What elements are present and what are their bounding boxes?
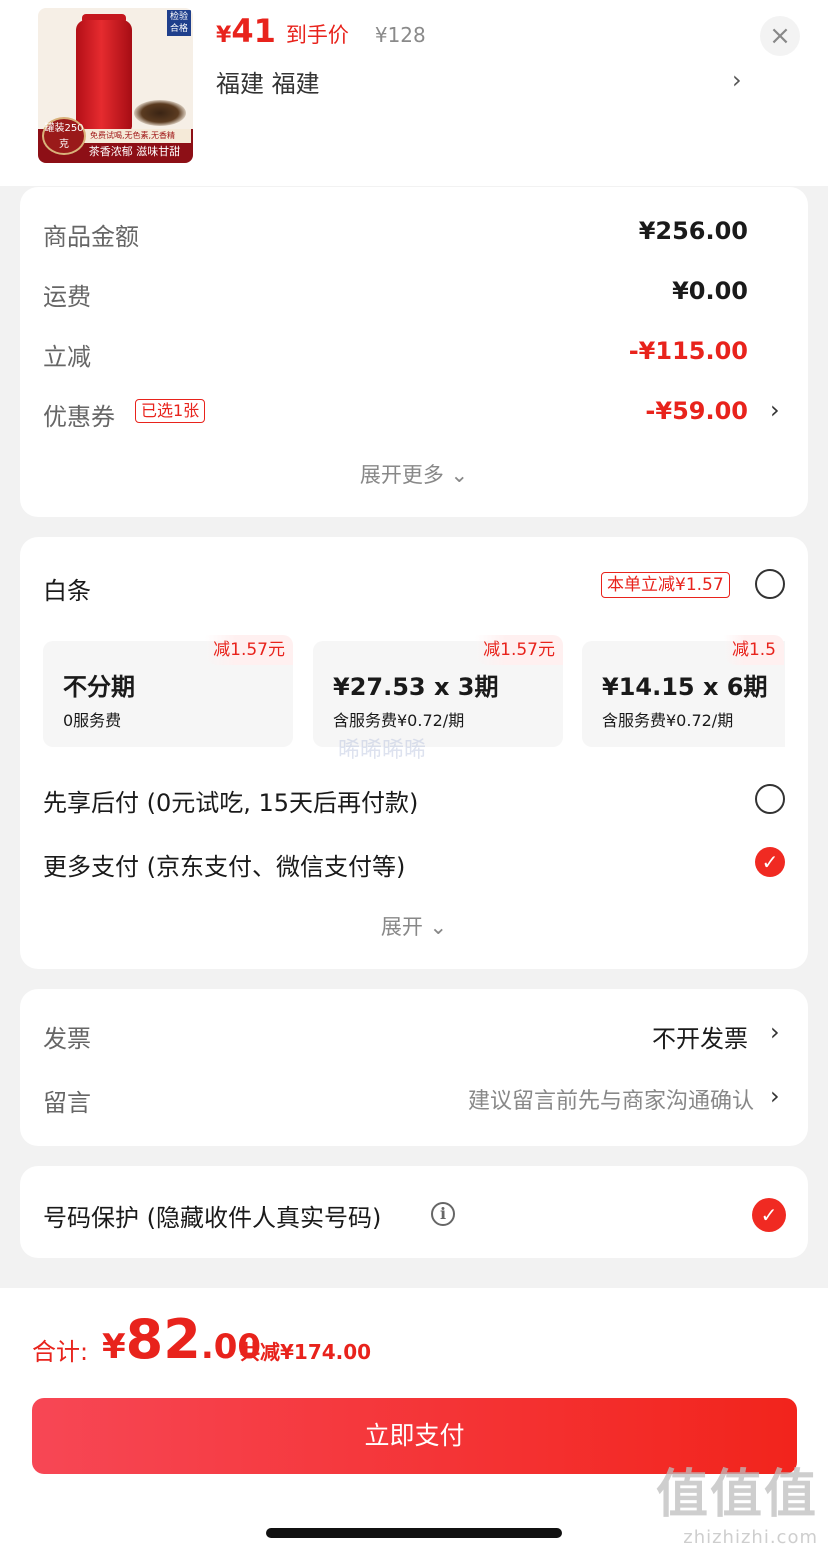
chevron-right-icon[interactable]: › xyxy=(770,1082,780,1110)
privacy-label: 号码保护 (隐藏收件人真实号码) xyxy=(43,1204,382,1232)
info-icon[interactable]: i xyxy=(431,1202,455,1226)
total-currency: ¥ xyxy=(102,1327,126,1367)
product-band-top: 免费试喝,无色素,无香精 xyxy=(74,129,191,143)
goods-amount-value: ¥256.00 xyxy=(638,217,748,245)
plan-fee: 含服务费¥0.72/期 xyxy=(333,711,465,730)
overlay-text: 晞晞晞晞 xyxy=(338,738,427,763)
total-label: 合计: xyxy=(32,1338,89,1366)
plan-discount-badge: 减1.5 xyxy=(723,635,784,665)
chevron-right-icon[interactable]: › xyxy=(770,1018,780,1046)
coupon-selected-tag: 已选1张 xyxy=(135,399,206,423)
goods-amount-label: 商品金额 xyxy=(43,223,139,251)
pay-later-radio[interactable] xyxy=(755,784,785,814)
price-line: ¥ 41 到手价 ¥128 xyxy=(216,12,426,52)
shipping-label: 运费 xyxy=(43,283,91,311)
plan-discount-badge: 减1.57元 xyxy=(205,635,293,665)
product-band-main: 茶香浓郁 滋味甘甜 xyxy=(88,145,181,158)
cert-badge: 检验合格 xyxy=(167,10,191,36)
close-button[interactable]: × xyxy=(760,16,800,56)
chevron-right-icon[interactable]: › xyxy=(770,396,780,424)
coupon-value[interactable]: -¥59.00 xyxy=(645,397,748,425)
order-summary-card: 商品金额 ¥256.00 运费 ¥0.00 立减 -¥115.00 优惠券 已选… xyxy=(20,187,808,517)
invoice-value[interactable]: 不开发票 xyxy=(652,1019,748,1054)
tea-can-shape xyxy=(76,20,132,132)
site-watermark: 值值值 zhizhizhi.com xyxy=(656,1452,818,1548)
price-currency: ¥ xyxy=(216,23,232,48)
plan-fee: 0服务费 xyxy=(63,711,122,730)
weight-seal: 罐装250克 xyxy=(42,117,86,155)
product-header: 检验合格 免费试喝,无色素,无香精 茶香浓郁 滋味甘甜 罐装250克 ¥ 41 … xyxy=(0,0,828,186)
original-price: ¥128 xyxy=(374,23,426,47)
note-label: 留言 xyxy=(43,1089,91,1117)
more-payment-radio-checked[interactable]: ✓ xyxy=(755,847,785,877)
note-input[interactable]: 建议留言前先与商家沟通确认 xyxy=(468,1083,754,1115)
watermark-logo: 值值值 xyxy=(655,1465,818,1525)
total-saved: 共减¥174.00 xyxy=(240,1340,372,1364)
instant-discount-label: 立减 xyxy=(43,343,91,371)
expand-more-button[interactable]: 展开更多 ⌄ xyxy=(20,459,808,489)
chevron-right-icon[interactable]: › xyxy=(732,66,742,94)
total-amount: ¥82.00 xyxy=(102,1308,261,1371)
plan-fee: 含服务费¥0.72/期 xyxy=(602,711,734,730)
plan-discount-badge: 减1.57元 xyxy=(475,635,563,665)
invoice-label: 发票 xyxy=(43,1025,91,1053)
privacy-card: 号码保护 (隐藏收件人真实号码) i ✓ xyxy=(20,1166,808,1258)
baitiao-discount-tag: 本单立减¥1.57 xyxy=(601,572,730,598)
plan-title: 不分期 xyxy=(63,673,135,701)
checkout-footer: 合计: ¥82.00 共减¥174.00 立即支付 值值值 zhizhizhi.… xyxy=(0,1288,828,1554)
plan-title: ¥14.15 x 6期 xyxy=(602,673,768,701)
final-price: 41 xyxy=(231,12,276,50)
privacy-checkbox-checked[interactable]: ✓ xyxy=(752,1198,786,1232)
coupon-label: 优惠券 xyxy=(43,403,115,431)
pay-later-option[interactable]: 先享后付 (0元试吃, 15天后再付款) xyxy=(43,783,418,818)
tea-leaves-shape xyxy=(134,100,186,126)
product-image[interactable]: 检验合格 免费试喝,无色素,无香精 茶香浓郁 滋味甘甜 罐装250克 xyxy=(38,8,193,163)
home-indicator[interactable] xyxy=(266,1528,562,1538)
plan-clip: 减1.5 ¥14.15 x 6期 含服务费¥0.72/期 xyxy=(582,633,785,753)
invoice-note-card: 发票 不开发票 › 留言 建议留言前先与商家沟通确认 › xyxy=(20,989,808,1146)
installment-plan-option[interactable]: 减1.57元 不分期 0服务费 xyxy=(43,635,293,747)
baitiao-radio[interactable] xyxy=(755,569,785,599)
expand-payment-button[interactable]: 展开 ⌄ xyxy=(20,911,808,941)
baitiao-label: 白条 xyxy=(43,577,91,605)
watermark-url: zhizhizhi.com xyxy=(683,1527,818,1548)
more-payment-option[interactable]: 更多支付 (京东支付、微信支付等) xyxy=(43,847,405,882)
plan-title: ¥27.53 x 3期 xyxy=(333,673,499,701)
total-integer: 82 xyxy=(125,1308,201,1371)
spec-selector[interactable]: 福建 福建 xyxy=(216,64,320,99)
shipping-value: ¥0.00 xyxy=(672,277,748,305)
instant-discount-value: -¥115.00 xyxy=(628,337,748,365)
final-price-label: 到手价 xyxy=(285,23,349,47)
installment-plan-option[interactable]: 减1.5 ¥14.15 x 6期 含服务费¥0.72/期 xyxy=(582,635,785,747)
